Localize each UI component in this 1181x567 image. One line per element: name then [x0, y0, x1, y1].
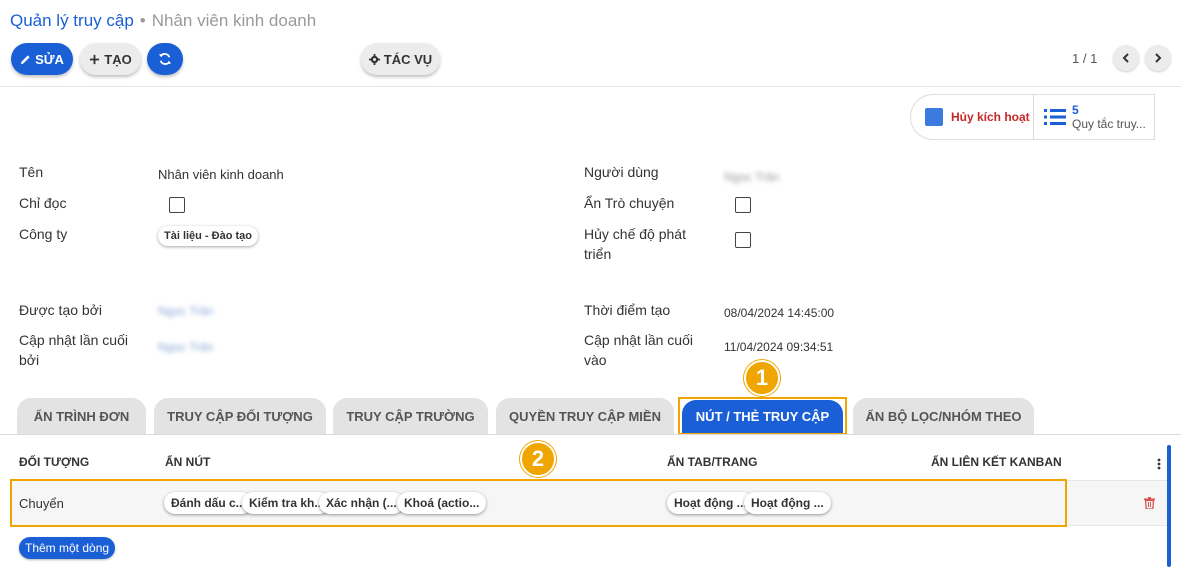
deactivate-smart-button[interactable]: Hủy kích hoạt ở [911, 95, 1033, 139]
tab-domain-access[interactable]: QUYỀN TRUY CẬP MIỀN [496, 398, 674, 434]
gear-icon [368, 53, 380, 65]
toggle-square-icon [925, 108, 943, 126]
user-label: Người dùng [584, 164, 659, 180]
readonly-label: Chỉ đọc [19, 195, 67, 211]
created-at-value: 08/04/2024 14:45:00 [724, 306, 835, 320]
company-tag[interactable]: Tài liệu - Đào tạo [158, 226, 259, 246]
pager-prev-button[interactable] [1113, 45, 1139, 71]
company-label: Công ty [19, 226, 68, 242]
pager-next-button[interactable] [1145, 45, 1171, 71]
action-menu-button[interactable]: TÁC VỤ [361, 43, 440, 75]
annotation-badge-1: 1 [744, 360, 780, 396]
name-label: Tên [19, 164, 44, 180]
hidden-tab-tag[interactable]: Hoạt động ... [744, 492, 831, 514]
tab-button-access[interactable]: NÚT / THẺ TRUY CẬP [682, 400, 843, 433]
add-line-button[interactable]: Thêm một dòng [19, 537, 116, 559]
user-value[interactable]: Ngọc Trân [724, 170, 779, 184]
edit-button[interactable]: SỬA [11, 43, 73, 75]
access-rules-label: Quy tắc truy... [1072, 117, 1146, 131]
name-value: Nhân viên kinh doanh [158, 167, 284, 182]
refresh-icon [158, 53, 172, 65]
create-button-label: TẠO [104, 51, 132, 67]
hidden-button-tag[interactable]: Đánh dấu c... [164, 492, 253, 514]
tab-field-access[interactable]: TRUY CẬP TRƯỜNG [333, 398, 488, 434]
create-button[interactable]: TẠO [80, 43, 141, 75]
plus-icon [90, 54, 100, 64]
updated-by-value[interactable]: Ngọc Trân [158, 340, 213, 354]
hide-chat-label: Ẩn Trò chuyện [584, 195, 675, 211]
disable-debug-checkbox[interactable] [735, 232, 751, 248]
column-header-object[interactable]: ĐỐI TƯỢNG [19, 455, 89, 469]
smart-button-box: Hủy kích hoạt ở 5 Quy tắc truy... [910, 94, 1155, 140]
created-by-label: Được tạo bởi [19, 302, 102, 318]
hidden-button-tag[interactable]: Khoá (actio... [397, 492, 487, 514]
pager-value[interactable]: 1 / 1 [1072, 51, 1097, 66]
list-icon [1044, 109, 1066, 125]
hide-chat-checkbox[interactable] [735, 197, 751, 213]
tab-model-access[interactable]: TRUY CẬP ĐỐI TƯỢNG [154, 398, 326, 434]
hidden-button-tag[interactable]: Kiểm tra kh... [242, 492, 332, 514]
breadcrumb-current: Nhân viên kinh doanh [151, 11, 317, 30]
pencil-icon [20, 54, 30, 64]
access-rules-count: 5 [1072, 103, 1079, 117]
column-options-icon[interactable] [1156, 458, 1162, 470]
breadcrumb-root-link[interactable]: Quản lý truy cập [10, 11, 134, 30]
deactivate-label: Hủy kích hoạt ở [951, 110, 1033, 124]
trash-icon[interactable] [1144, 497, 1155, 509]
created-by-value[interactable]: Ngọc Trân [158, 304, 213, 318]
access-rules-smart-button[interactable]: 5 Quy tắc truy... [1033, 95, 1154, 139]
column-header-hidden-tabs[interactable]: ẨN TAB/TRANG [667, 455, 757, 469]
edit-button-label: SỬA [35, 51, 64, 67]
hidden-button-tag[interactable]: Xác nhận (... [319, 492, 404, 514]
refresh-button[interactable] [147, 43, 183, 75]
updated-at-label: Cập nhật lần cuối vào [584, 332, 693, 368]
disable-debug-label: Hủy chế độ phát triển [584, 226, 686, 262]
hidden-tab-tag[interactable]: Hoạt động ... [667, 492, 754, 514]
toolbar-divider [0, 86, 1181, 87]
tab-hide-menus[interactable]: ẨN TRÌNH ĐƠN [17, 398, 146, 434]
row-object-cell[interactable]: Chuyển [19, 496, 64, 511]
column-header-hidden-buttons[interactable]: ẨN NÚT [165, 455, 210, 469]
annotation-badge-2: 2 [520, 441, 556, 477]
breadcrumb-separator: • [139, 11, 146, 30]
breadcrumb: Quản lý truy cập • Nhân viên kinh doanh [10, 11, 316, 31]
readonly-checkbox[interactable] [169, 197, 185, 213]
chevron-right-icon [1155, 53, 1162, 63]
scrollbar[interactable] [1167, 445, 1171, 567]
tab-divider [0, 434, 1181, 435]
updated-at-value: 11/04/2024 09:34:51 [724, 340, 834, 354]
updated-by-label: Cập nhật lần cuối bởi [19, 332, 128, 368]
column-header-hidden-kanban[interactable]: ẨN LIÊN KẾT KANBAN [931, 455, 1062, 469]
created-at-label: Thời điểm tạo [584, 302, 671, 318]
chevron-left-icon [1122, 53, 1129, 63]
tab-hide-filters[interactable]: ẨN BỘ LỌC/NHÓM THEO [853, 398, 1034, 434]
action-menu-label: TÁC VỤ [383, 51, 433, 67]
